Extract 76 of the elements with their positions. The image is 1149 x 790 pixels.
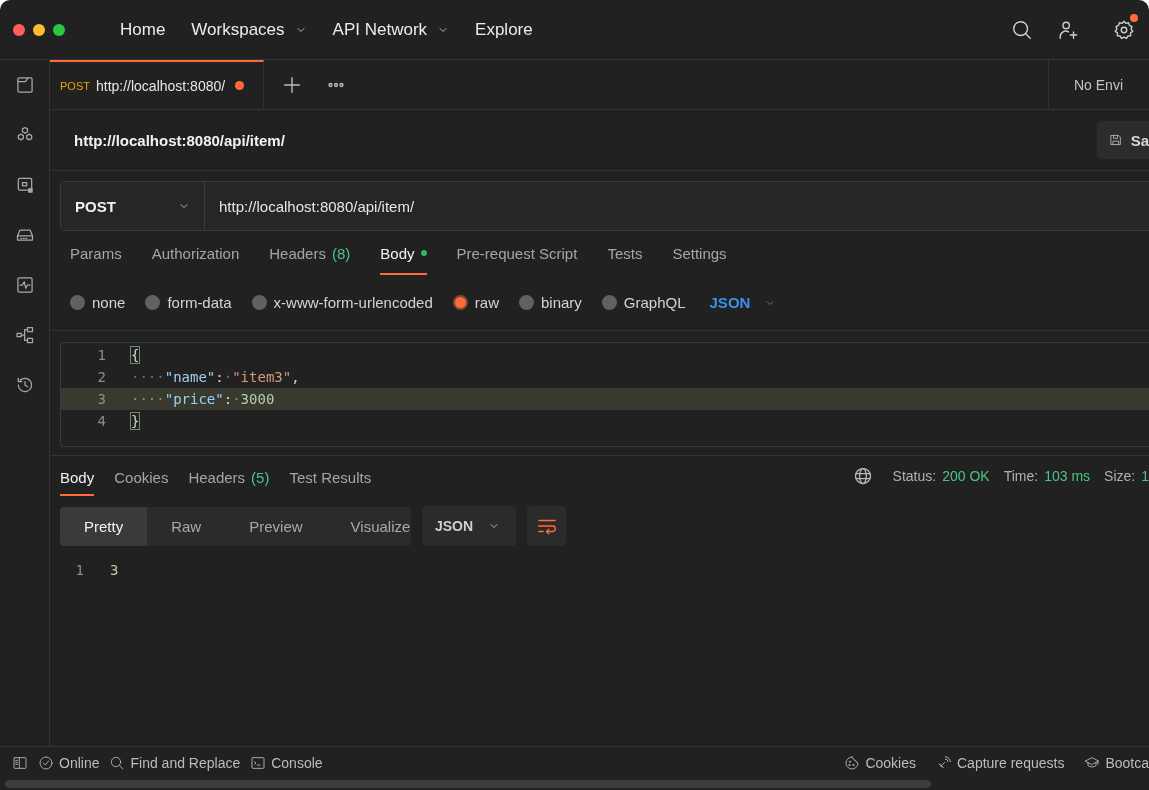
meta-value: 1 — [1141, 468, 1149, 484]
scrollbar-thumb[interactable] — [5, 780, 931, 788]
tab[interactable]: Params — [70, 245, 122, 275]
line-number: 1 — [96, 347, 107, 363]
radio-label: raw — [474, 294, 499, 311]
radio-button[interactable] — [601, 295, 617, 310]
radio-label: form-data — [167, 294, 232, 311]
terminal-icon — [250, 754, 267, 771]
environment-selector[interactable]: No Envi — [1074, 76, 1124, 93]
status-item[interactable]: Online — [38, 754, 100, 771]
radio-button[interactable] — [518, 295, 534, 310]
radio-label: GraphQL — [623, 294, 686, 311]
view-mode-tab[interactable]: Pretty — [60, 506, 148, 546]
meta-value: 103 ms — [1044, 468, 1091, 484]
format-dropdown[interactable]: JSON — [422, 506, 516, 546]
tab[interactable]: Headers (8) — [269, 245, 351, 275]
line-number: 3 — [96, 391, 107, 407]
tab[interactable]: Cookies — [114, 460, 169, 496]
code-line: } — [131, 413, 140, 429]
search-icon — [109, 754, 126, 771]
check-circle-icon — [38, 754, 54, 771]
radio-button[interactable] — [452, 295, 468, 310]
nav-item[interactable]: Explore — [475, 19, 533, 40]
radio-label: none — [92, 294, 126, 311]
save-button[interactable]: Sa — [1097, 121, 1149, 159]
wrap-button[interactable] — [527, 506, 566, 546]
status-item[interactable]: Cookies — [844, 754, 916, 771]
radio-label: binary — [540, 294, 582, 311]
minimize-button[interactable] — [33, 23, 45, 36]
code-line: ····"price":·3000 — [131, 391, 275, 407]
status-item[interactable]: Console — [250, 754, 323, 771]
monitor-icon[interactable] — [14, 275, 35, 295]
close-button[interactable] — [13, 23, 25, 36]
view-mode-tab[interactable]: Preview — [225, 506, 327, 546]
tab[interactable]: Tests — [607, 245, 643, 275]
search-icon[interactable] — [1011, 18, 1033, 41]
meta-value: 200 OK — [942, 468, 990, 484]
tab[interactable]: Body — [60, 460, 95, 496]
language-dropdown[interactable]: JSON — [705, 294, 777, 311]
tab[interactable]: Settings — [672, 245, 727, 275]
tab[interactable]: Pre-request Script — [456, 245, 578, 275]
nav-item[interactable]: Home — [120, 19, 166, 40]
status-item[interactable]: Bootca — [1084, 754, 1149, 771]
meta-label: Time: — [1003, 468, 1039, 484]
radio-button[interactable] — [251, 295, 267, 310]
code-line: ····"name":·"item3", — [131, 369, 300, 385]
zoom-button[interactable] — [53, 23, 65, 36]
line-number: 2 — [96, 369, 107, 385]
cookie-icon — [844, 754, 861, 771]
status-item[interactable]: Find and Replace — [109, 754, 241, 771]
code-editor[interactable]: 1 { 2 ····"name":·"item3", 3 ····"price":·3000 4 } — [60, 342, 1149, 447]
radio-label: x-www-form-urlencoded — [273, 294, 433, 311]
radio-button[interactable] — [70, 295, 85, 310]
response-value: 3 — [110, 562, 119, 578]
sidebar-toggle-icon[interactable] — [12, 754, 28, 771]
tab[interactable]: Test Results — [289, 460, 372, 496]
line-number: 4 — [96, 413, 107, 429]
settings-icon[interactable] — [1113, 18, 1135, 41]
flow-icon[interactable] — [14, 325, 35, 345]
globe-icon[interactable] — [852, 466, 873, 486]
request-tab[interactable]: POST http://localhost:8080/ — [50, 60, 264, 109]
nav-item[interactable]: API Network — [332, 19, 450, 40]
tab[interactable]: Authorization — [151, 245, 240, 275]
satellite-icon — [936, 754, 952, 771]
collection-icon[interactable] — [14, 75, 35, 95]
status-item[interactable]: Capture requests — [936, 754, 1065, 771]
view-mode-tab[interactable]: Raw — [147, 506, 226, 546]
line-number: 1 — [74, 562, 85, 578]
request-title: http://localhost:8080/api/item/ — [73, 131, 285, 149]
tab[interactable]: Headers (5) — [188, 460, 270, 496]
nav-item[interactable]: Workspaces — [191, 19, 307, 40]
radio-button[interactable] — [145, 295, 161, 310]
meta-label: Status: — [892, 468, 937, 484]
meta-label: Size: — [1104, 468, 1136, 484]
code-line: { — [131, 347, 140, 363]
tab[interactable]: Body — [380, 245, 427, 275]
